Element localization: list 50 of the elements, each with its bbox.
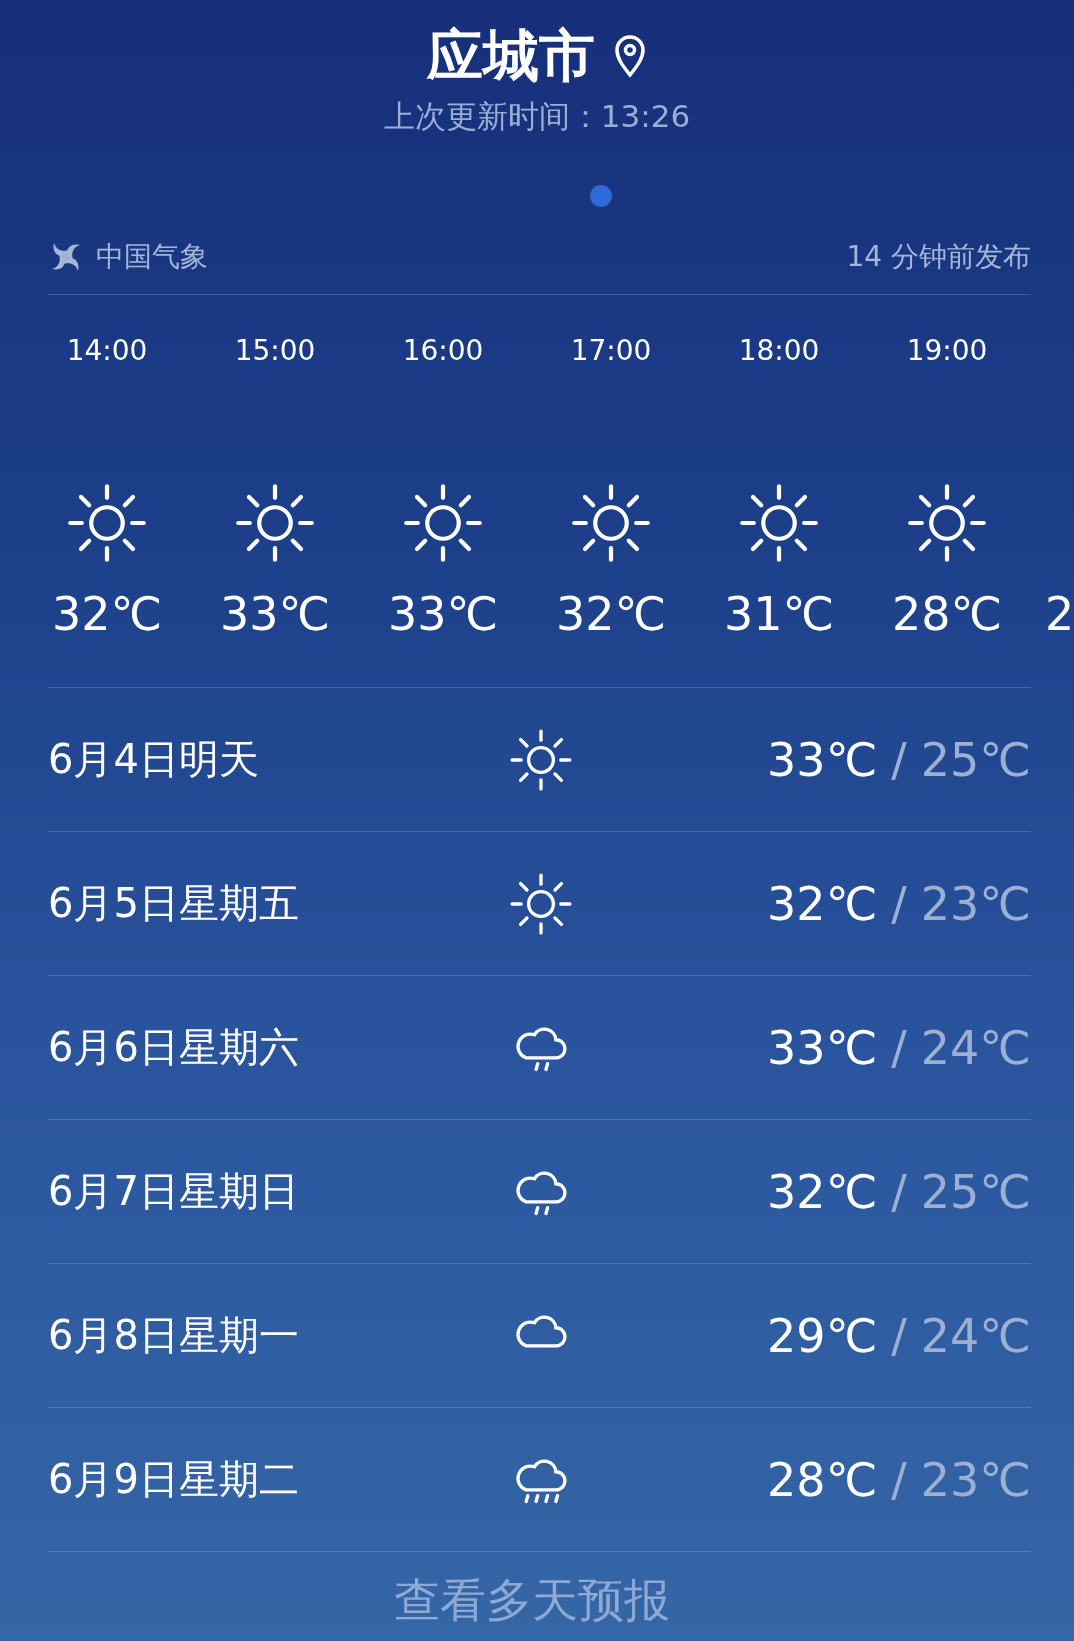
- hour-temperature: 2: [1045, 587, 1074, 641]
- low-temperature: 24℃: [920, 1020, 1031, 1075]
- hour-time: 15:00: [234, 333, 316, 369]
- high-temperature: 33℃: [767, 1020, 878, 1075]
- day-date: 6月6日星期六: [48, 1023, 300, 1072]
- city-name: 应城市: [427, 22, 595, 90]
- update-time: 上次更新时间：13:26: [383, 97, 691, 136]
- hour-temperature: 32℃: [555, 587, 667, 641]
- location-pin-icon: [613, 34, 647, 78]
- light-spot: [590, 185, 612, 207]
- hour-time: 14:00: [66, 333, 148, 369]
- high-temperature: 32℃: [767, 876, 878, 931]
- hour-temperature: 28℃: [891, 587, 1003, 641]
- sun-icon: [737, 481, 821, 565]
- sun-icon: [233, 481, 317, 565]
- temperature-separator: /: [891, 876, 907, 931]
- low-temperature: 24℃: [920, 1308, 1031, 1363]
- hour-temperature: 31℃: [723, 587, 835, 641]
- hour-time: 17:00: [570, 333, 652, 369]
- low-temperature: 25℃: [920, 1164, 1031, 1219]
- low-temperature: 25℃: [920, 732, 1031, 787]
- low-temperature: 23℃: [920, 1452, 1031, 1507]
- forecast-button[interactable]: 查看多天预报: [394, 1570, 670, 1632]
- day-date: 6月7日星期日: [48, 1167, 300, 1216]
- hour-temperature: 33℃: [219, 587, 331, 641]
- temperature-separator: /: [891, 1308, 907, 1363]
- day-date: 6月8日星期一: [48, 1311, 300, 1360]
- temperature-separator: /: [891, 1020, 907, 1075]
- day-date: 6月4日明天: [48, 735, 260, 784]
- hour-time: 16:00: [402, 333, 484, 369]
- hour-temperature: 33℃: [387, 587, 499, 641]
- hour-temperature: 32℃: [51, 587, 163, 641]
- sun-icon: [401, 481, 485, 565]
- high-temperature: 29℃: [767, 1308, 878, 1363]
- day-date: 6月9日星期二: [48, 1455, 300, 1504]
- source-name: 中国气象: [96, 239, 208, 275]
- temperature-separator: /: [891, 1164, 907, 1219]
- temperature-separator: /: [891, 1452, 907, 1507]
- day-date: 6月5日星期五: [48, 879, 300, 928]
- sun-icon: [569, 481, 653, 565]
- publish-time: 14 分钟前发布: [846, 239, 1031, 275]
- hour-time: 19:00: [906, 333, 988, 369]
- temperature-separator: /: [891, 732, 907, 787]
- sun-icon: [905, 481, 989, 565]
- hour-time: 18:00: [738, 333, 820, 369]
- low-temperature: 23℃: [920, 876, 1031, 931]
- sun-icon: [65, 481, 149, 565]
- high-temperature: 32℃: [767, 1164, 878, 1219]
- high-temperature: 33℃: [767, 732, 878, 787]
- high-temperature: 28℃: [767, 1452, 878, 1507]
